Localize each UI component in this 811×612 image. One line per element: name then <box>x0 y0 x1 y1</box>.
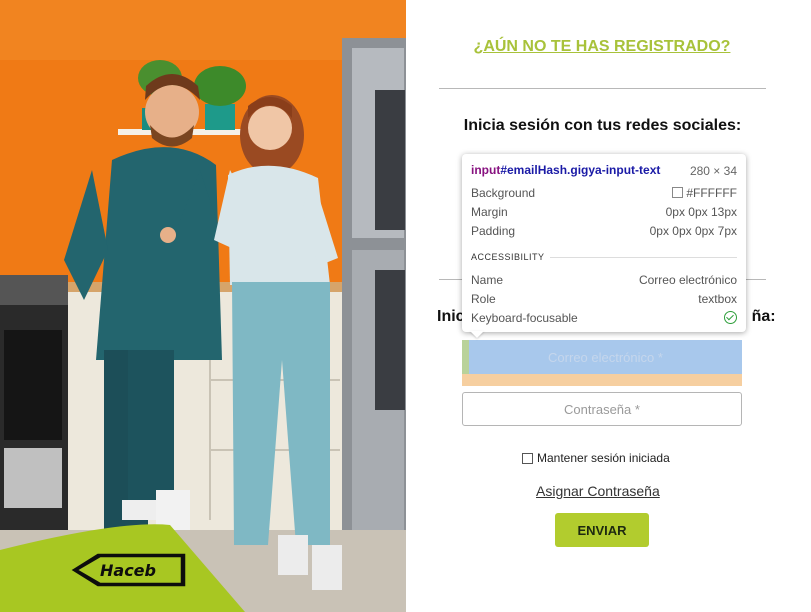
submit-button[interactable]: ENVIAR <box>555 513 649 547</box>
inspector-name-row: Name Correo electrónico <box>471 273 737 287</box>
email-field[interactable] <box>462 340 742 374</box>
hero-illustration <box>0 0 406 612</box>
inspector-tooltip: input#emailHash.gigya-input-text 280 × 3… <box>462 154 746 332</box>
haceb-logo: Haceb <box>71 553 186 587</box>
inspector-selector: input#emailHash.gigya-input-text <box>471 163 661 177</box>
login-heading-end: ña: <box>751 308 776 325</box>
remember-label: Mantener sesión iniciada <box>537 451 670 465</box>
inspector-role-row: Role textbox <box>471 292 737 306</box>
color-swatch-icon <box>672 187 684 198</box>
inspector-margin-row: Margin 0px 0px 13px <box>471 205 737 219</box>
password-field[interactable] <box>462 392 742 426</box>
inspector-focus-row: Keyboard-focusable <box>471 311 737 325</box>
plant <box>194 66 246 106</box>
remember-checkbox[interactable] <box>522 452 533 464</box>
email-margin-overlay <box>462 373 742 386</box>
inspector-background-row: Background #FFFFFF <box>471 186 737 200</box>
register-link[interactable]: ¿AÚN NO TE HAS REGISTRADO? <box>466 38 738 56</box>
inspector-section-title: ACCESSIBILITY <box>471 252 545 262</box>
remember-me[interactable]: Mantener sesión iniciada <box>522 451 670 465</box>
divider <box>550 257 737 258</box>
check-circle-icon <box>724 311 737 324</box>
plant-pot <box>205 104 235 130</box>
inspector-padding-row: Padding 0px 0px 0px 7px <box>471 224 737 238</box>
social-login-heading: Inicia sesión con tus redes sociales: <box>463 117 742 134</box>
divider <box>439 88 766 89</box>
logo-text: Haceb <box>100 561 156 580</box>
tooltip-arrow <box>470 331 484 338</box>
login-heading-start: Inic <box>437 308 465 325</box>
assign-password-link[interactable]: Asignar Contraseña <box>536 483 660 499</box>
hero-photo: Haceb <box>0 0 406 612</box>
inspector-dimensions: 280 × 34 <box>689 164 737 178</box>
email-padding-overlay <box>462 340 469 374</box>
